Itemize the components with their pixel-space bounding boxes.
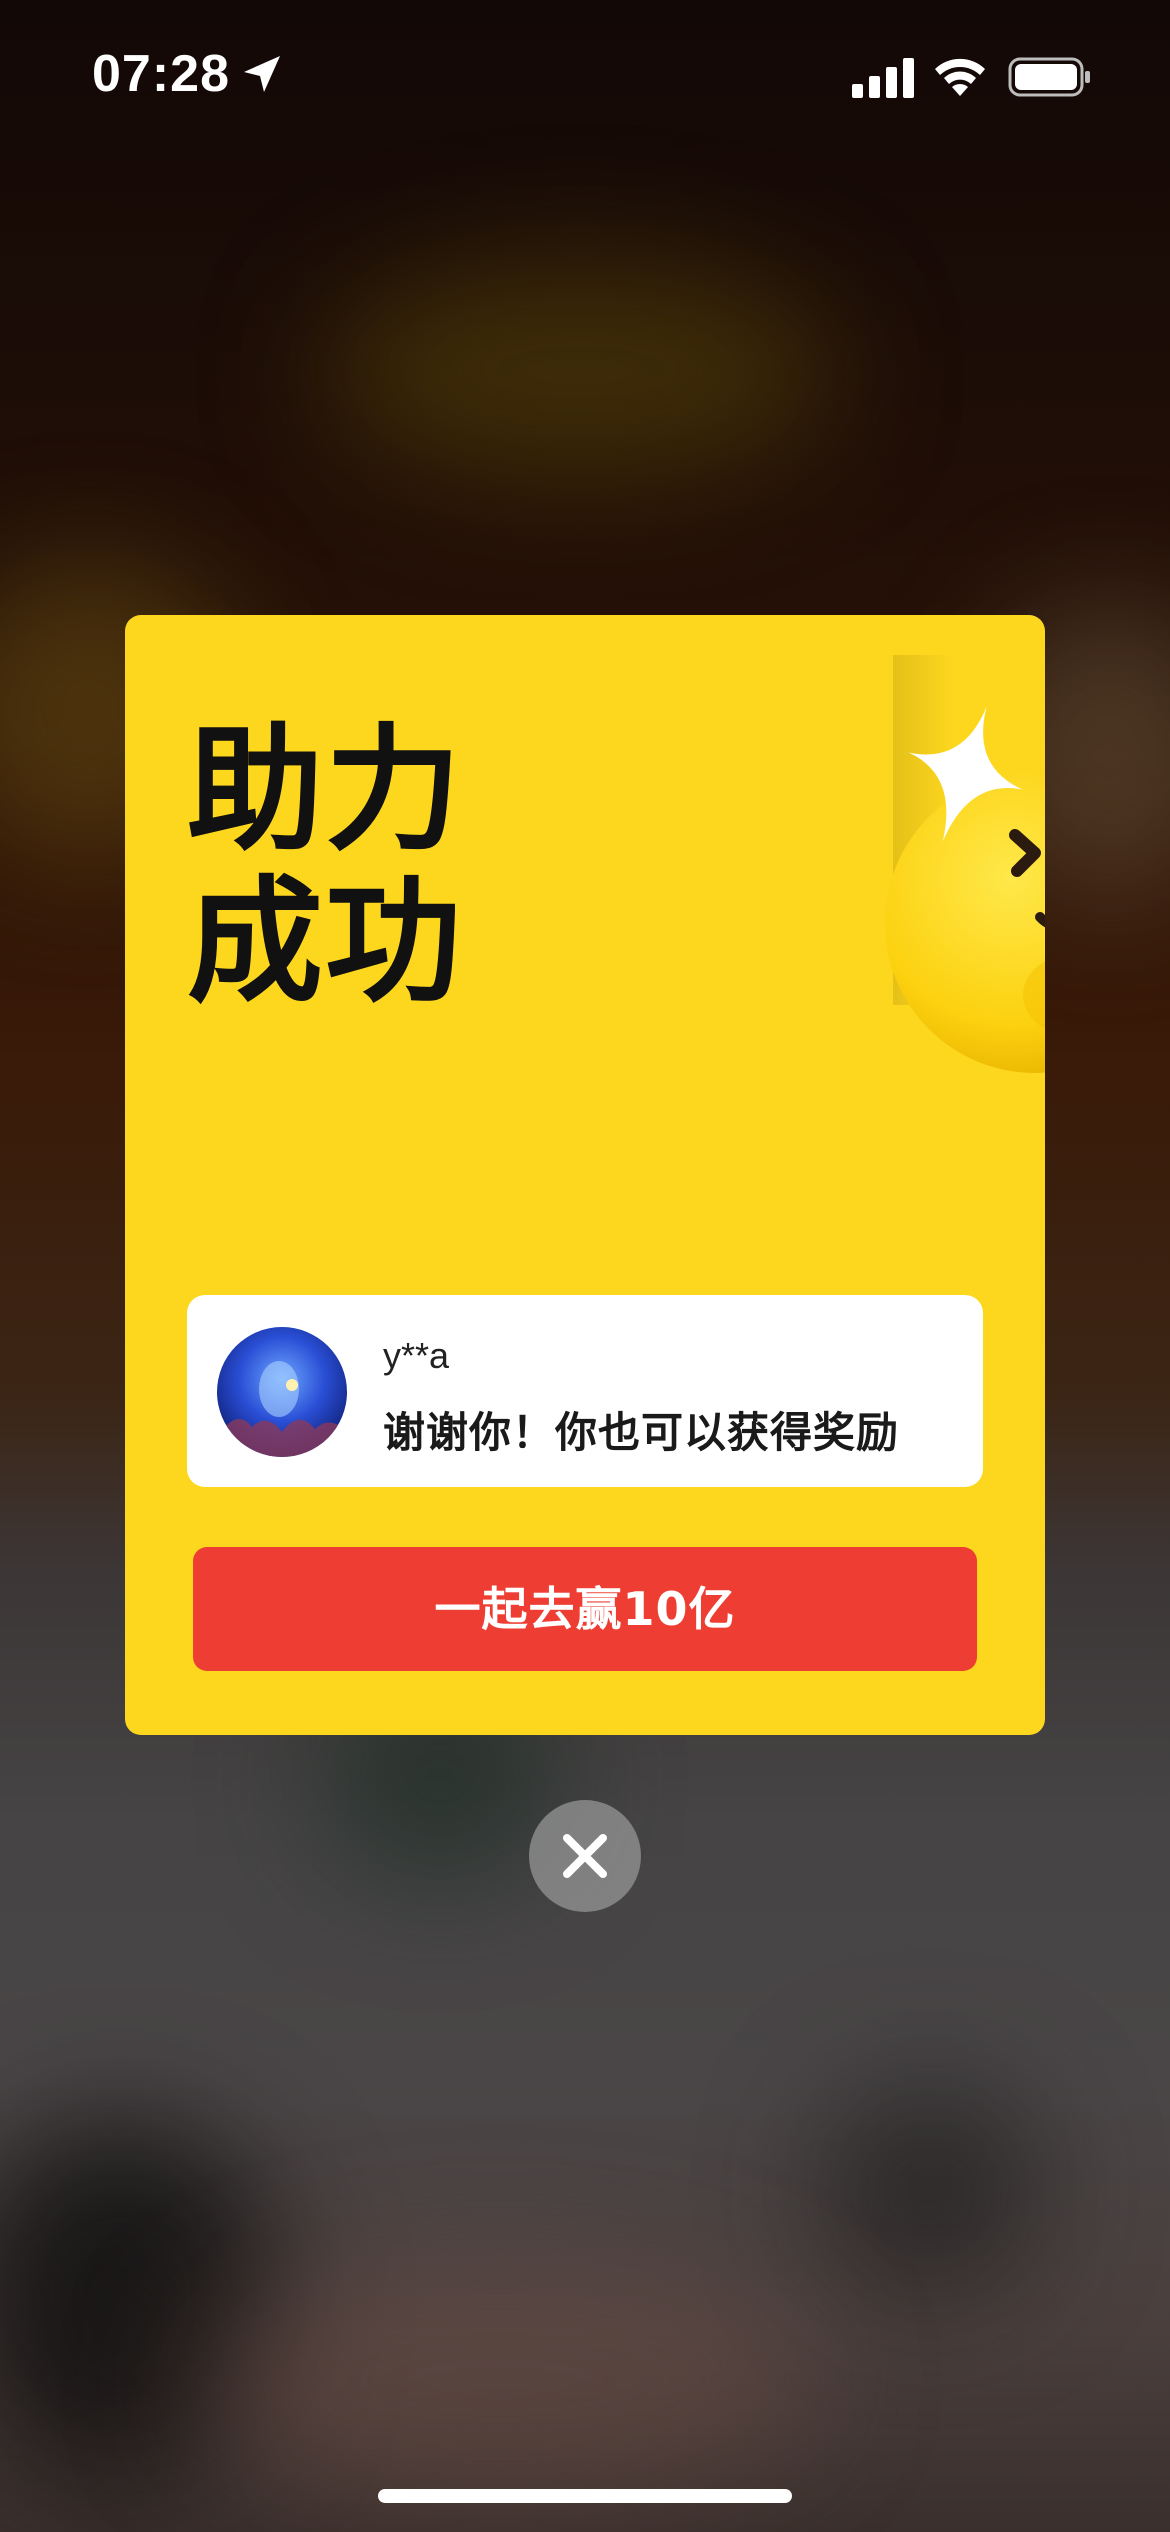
avatar bbox=[217, 1327, 347, 1457]
helper-username: y**a bbox=[383, 1335, 450, 1376]
status-bar: 07:28 bbox=[0, 0, 1170, 150]
location-arrow-icon bbox=[240, 52, 284, 96]
win-together-button[interactable]: 一起去赢10亿 bbox=[193, 1547, 977, 1671]
wifi-icon bbox=[932, 54, 988, 98]
winking-emoji-mascot-icon bbox=[825, 685, 1045, 1125]
battery-icon bbox=[1008, 56, 1092, 98]
status-time: 07:28 bbox=[92, 45, 230, 103]
modal-title-line1: 助力 bbox=[187, 712, 463, 870]
modal-title-line2: 成功 bbox=[187, 864, 463, 1022]
modal-title: 助力 成功 bbox=[187, 715, 527, 1019]
thanks-message-card: y**a 谢谢你！你也可以获得奖励 bbox=[187, 1295, 983, 1487]
assist-success-modal: 助力 成功 y**a 谢谢你！你也可以获得奖励 一起去赢10亿 bbox=[125, 615, 1045, 1735]
cellular-signal-icon bbox=[852, 56, 916, 98]
close-icon bbox=[563, 1834, 607, 1878]
background-blur bbox=[820, 2080, 1040, 2300]
background-blur bbox=[180, 2260, 820, 2500]
background-blur bbox=[320, 260, 840, 480]
home-indicator[interactable] bbox=[378, 2489, 792, 2503]
app-screen: 07:28 助力 成功 y**a 谢谢你！你也可以获得奖励 一起去赢10亿 bbox=[0, 0, 1170, 2532]
thanks-message-text: 谢谢你！你也可以获得奖励 bbox=[383, 1408, 900, 1457]
close-button[interactable] bbox=[529, 1800, 641, 1912]
